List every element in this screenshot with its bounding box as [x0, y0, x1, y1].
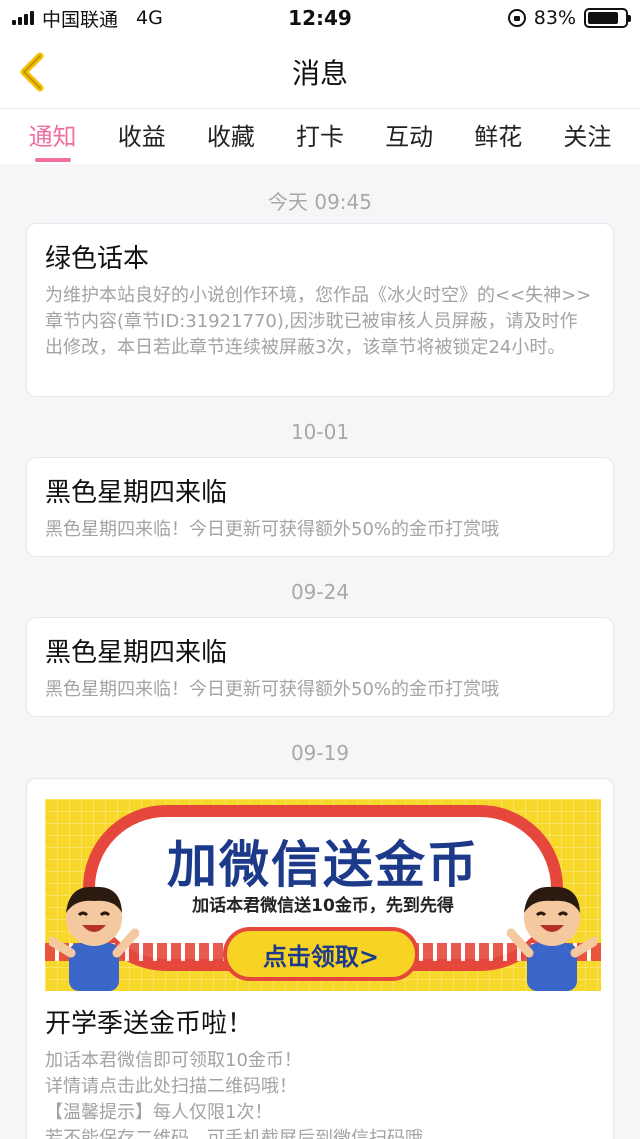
promo-banner[interactable]: 加微信送金币 加话本君微信送10金币，先到先得 点击领取>	[45, 799, 601, 991]
message-body: 黑色星期四来临！今日更新可获得额外50%的金币打赏哦	[45, 679, 500, 700]
kid-illustration-icon	[507, 886, 597, 991]
back-button[interactable]	[14, 52, 54, 92]
signal-icon	[12, 11, 34, 25]
status-bar: 中国联通 4G 12:49 83%	[0, 0, 640, 36]
carrier-label: 中国联通	[42, 8, 119, 31]
message-date: 09-24	[290, 580, 350, 604]
message-card[interactable]: 绿色话本 为维护本站良好的小说创作环境，您作品《冰火时空》的<<失神>>章节内容…	[26, 223, 614, 397]
tab-interactions[interactable]: 互动	[379, 111, 439, 162]
page-title: 消息	[291, 57, 348, 90]
nav-bar: 消息	[0, 36, 640, 108]
message-date: 09-19	[290, 741, 350, 765]
tab-flowers[interactable]: 鲜花	[468, 111, 528, 162]
tab-checkin[interactable]: 打卡	[290, 111, 350, 162]
message-line: 若不能保存二维码，可手机截屏后到微信扫码哦	[45, 1128, 423, 1139]
message-date: 10-01	[290, 420, 350, 444]
tab-following[interactable]: 关注	[557, 111, 617, 162]
message-line: 详情请点击此处扫描二维码哦！	[45, 1076, 297, 1097]
message-card[interactable]: 黑色星期四来临 黑色星期四来临！今日更新可获得额外50%的金币打赏哦	[26, 457, 614, 557]
message-title: 开学季送金币啦！	[45, 1009, 254, 1039]
rotation-lock-icon	[507, 9, 526, 27]
battery-percent: 83%	[533, 7, 576, 29]
message-card[interactable]: 黑色星期四来临 黑色星期四来临！今日更新可获得额外50%的金币打赏哦	[26, 617, 614, 717]
message-body: 为维护本站良好的小说创作环境，您作品《冰火时空》的<<失神>>章节内容(章节ID…	[45, 285, 592, 358]
battery-icon	[584, 8, 631, 28]
kid-illustration-icon	[49, 886, 139, 991]
network-label: 4G	[136, 7, 163, 29]
tab-bar: 通知 收益 收藏 打卡 互动 鲜花 关注	[0, 108, 640, 164]
message-title: 绿色话本	[45, 244, 150, 274]
message-title: 黑色星期四来临	[45, 638, 228, 668]
message-title: 黑色星期四来临	[45, 478, 228, 508]
message-body: 加话本君微信即可领取10金币！ 详情请点击此处扫描二维码哦！ 【温馨提示】每人仅…	[45, 1048, 595, 1139]
battery-fill	[588, 12, 618, 24]
tab-favorites[interactable]: 收藏	[201, 111, 261, 162]
status-right: 83%	[507, 7, 631, 29]
back-chevron-icon	[20, 52, 44, 92]
message-body: 黑色星期四来临！今日更新可获得额外50%的金币打赏哦	[45, 519, 500, 540]
tab-earnings[interactable]: 收益	[112, 111, 172, 162]
claim-button[interactable]: 点击领取>	[223, 927, 419, 981]
message-line: 加话本君微信即可领取10金币！	[45, 1050, 302, 1071]
message-date: 今天 09:45	[268, 190, 372, 214]
tab-notifications[interactable]: 通知	[23, 111, 83, 162]
status-left: 中国联通 4G	[12, 5, 163, 32]
message-line: 【温馨提示】每人仅限1次！	[45, 1102, 273, 1123]
promo-message-card[interactable]: 加微信送金币 加话本君微信送10金币，先到先得 点击领取> 开学季送金币啦！ 加…	[26, 778, 614, 1139]
